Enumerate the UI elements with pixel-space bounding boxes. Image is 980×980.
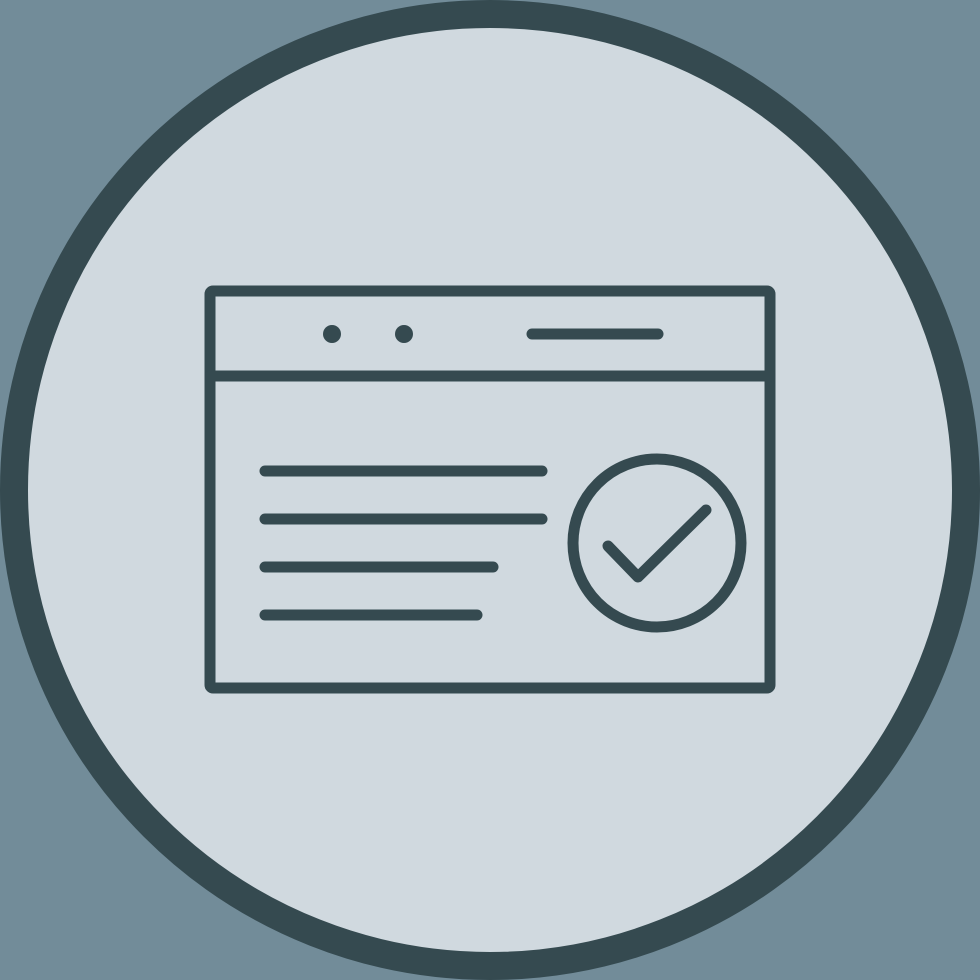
circle-badge	[0, 0, 980, 980]
title-bar-dot	[323, 325, 341, 343]
browser-window-verified-icon	[0, 0, 980, 980]
title-bar-dot	[395, 325, 413, 343]
icon-canvas	[0, 0, 980, 980]
